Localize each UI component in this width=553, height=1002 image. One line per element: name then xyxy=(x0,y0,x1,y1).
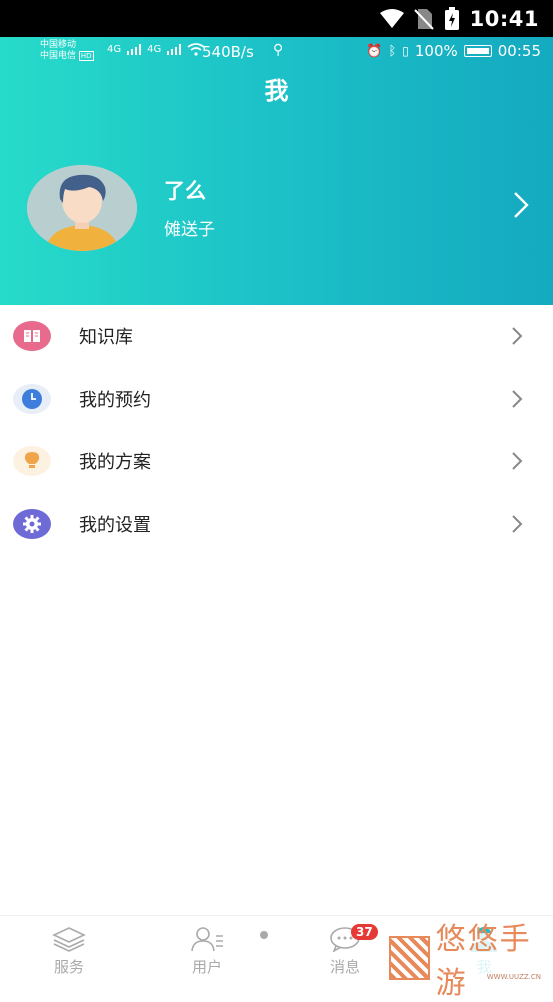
watermark: 悠悠手游 WWW.UUZZ.CN xyxy=(385,922,553,1001)
menu-item-label: 我的方案 xyxy=(79,452,151,474)
battery-charging-icon xyxy=(444,6,459,30)
watermark-url: WWW.UUZZ.CN xyxy=(486,973,541,981)
menu-item-label: 我的设置 xyxy=(79,514,151,536)
carrier-info: 中国移动 中国电信 HD xyxy=(40,40,94,62)
nav-label: 用户 xyxy=(191,958,222,976)
chevron-right-icon xyxy=(512,327,523,345)
chevron-right-icon xyxy=(512,515,523,533)
lightbulb-icon xyxy=(13,446,51,477)
unread-badge: 37 xyxy=(351,924,378,940)
layers-icon xyxy=(29,924,109,954)
nav-label: 消息 xyxy=(329,958,360,976)
chevron-right-icon[interactable] xyxy=(513,191,529,219)
inner-status-bar: 中国移动 中国电信 HD 4G 4G 540B/s ⚲ ⏰ ᛒ ▯ 100% 0… xyxy=(0,37,553,67)
avatar-illustration xyxy=(27,165,137,251)
page-indicator-dot xyxy=(260,931,268,939)
network-type-2: 4G xyxy=(147,44,162,55)
menu-list: 知识库 我的预约 我的方案 我的设置 xyxy=(0,305,553,555)
signal-indicators: 4G 4G xyxy=(107,43,205,56)
profile-header: 中国移动 中国电信 HD 4G 4G 540B/s ⚲ ⏰ ᛒ ▯ 100% 0… xyxy=(0,37,553,305)
vibrate-icon: ▯ xyxy=(402,44,409,58)
signal-bars-icon xyxy=(167,44,182,55)
chevron-right-icon xyxy=(512,390,523,408)
profile-subname: 傩送子 xyxy=(164,220,215,240)
nav-label: 服务 xyxy=(53,958,84,976)
chevron-right-icon xyxy=(512,452,523,470)
bluetooth-icon: ᛒ xyxy=(388,43,397,59)
inner-status-right: ⏰ ᛒ ▯ 100% 00:55 xyxy=(366,42,541,60)
system-status-bar: 10:41 xyxy=(0,0,553,37)
usb-icon: ⚲ xyxy=(273,42,284,58)
watermark-logo xyxy=(389,936,430,980)
menu-item-label: 我的预约 xyxy=(79,389,151,411)
battery-icon xyxy=(463,45,492,57)
alarm-icon: ⏰ xyxy=(366,43,383,59)
profile-card[interactable]: 了么 傩送子 xyxy=(0,165,553,253)
watermark-text: 悠悠手游 xyxy=(435,922,532,1001)
battery-percent: 100% xyxy=(414,42,458,60)
menu-item-my-appointments[interactable]: 我的预约 xyxy=(0,368,553,431)
system-time: 10:41 xyxy=(469,6,539,31)
book-icon xyxy=(13,321,51,352)
network-type-1: 4G xyxy=(107,44,122,55)
clock-icon xyxy=(13,383,51,414)
hd-badge: HD xyxy=(78,51,94,61)
network-speed: 540B/s xyxy=(202,43,254,61)
profile-name: 了么 xyxy=(164,179,206,203)
gear-icon xyxy=(13,508,51,539)
no-sim-icon xyxy=(413,8,434,30)
carrier-line2: 中国电信 xyxy=(40,51,77,61)
nav-tab-services[interactable]: 服务 xyxy=(29,924,109,977)
signal-bars-icon xyxy=(127,44,142,55)
inner-clock: 00:55 xyxy=(497,42,541,60)
menu-item-label: 知识库 xyxy=(79,327,133,349)
wifi-icon xyxy=(379,8,404,28)
avatar[interactable] xyxy=(27,165,137,251)
carrier-line1: 中国移动 xyxy=(40,40,77,50)
nav-tab-messages[interactable]: 37 消息 xyxy=(305,924,385,977)
user-list-icon xyxy=(167,924,247,954)
nav-tab-users[interactable]: 用户 xyxy=(167,924,247,977)
page-title: 我 xyxy=(264,77,289,105)
menu-item-my-plans[interactable]: 我的方案 xyxy=(0,430,553,493)
menu-item-my-settings[interactable]: 我的设置 xyxy=(0,493,553,556)
menu-item-knowledge-base[interactable]: 知识库 xyxy=(0,305,553,368)
